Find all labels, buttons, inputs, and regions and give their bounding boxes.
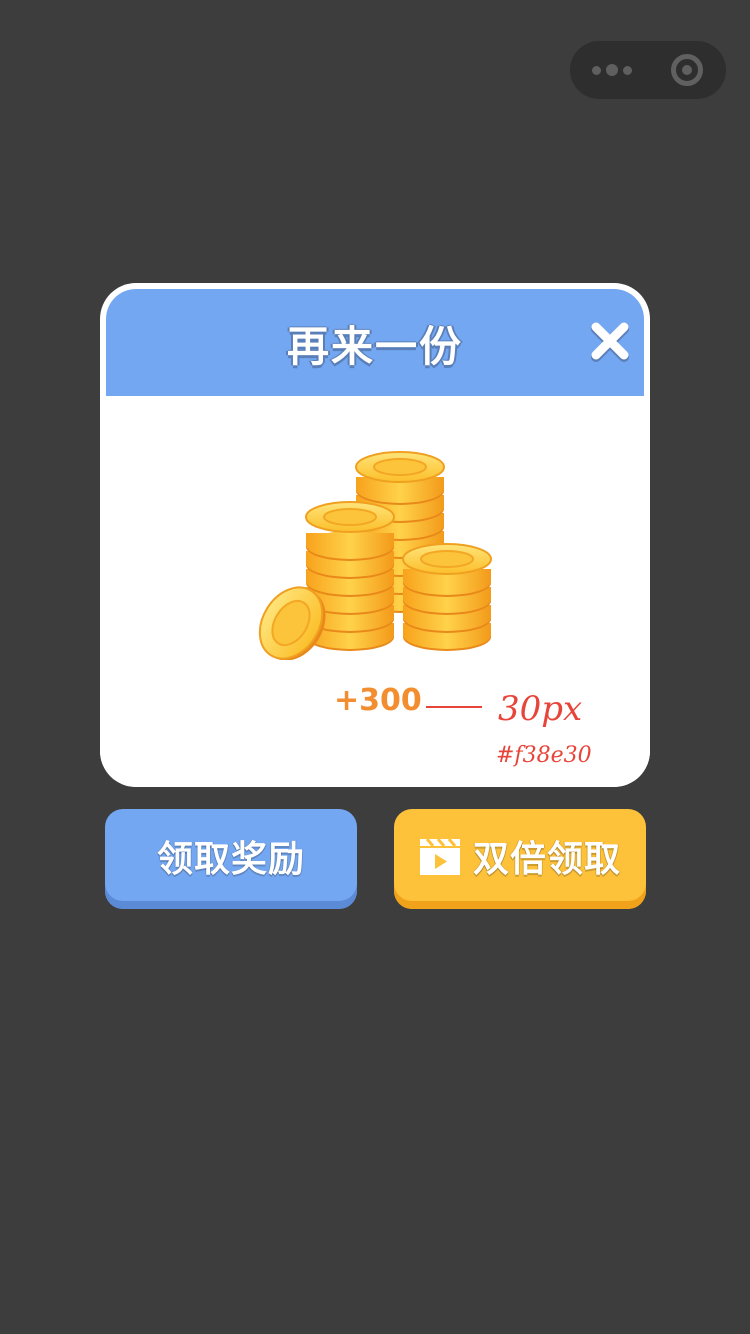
- double-claim-button[interactable]: 双倍领取: [394, 809, 646, 909]
- dialog-title: 再来一份: [286, 322, 463, 371]
- reward-dialog: 再来一份 +300 30px #f38e30: [100, 283, 650, 787]
- annotation-size-text: 30px: [498, 689, 582, 729]
- claim-reward-label: 领取奖励: [156, 839, 305, 880]
- gold-coins-illustration: [258, 451, 492, 660]
- claim-reward-button[interactable]: 领取奖励: [105, 809, 357, 909]
- miniprogram-close-icon[interactable]: [671, 54, 703, 86]
- miniprogram-capsule: [570, 41, 726, 99]
- double-claim-label: 双倍领取: [472, 839, 621, 880]
- close-x-icon[interactable]: [588, 319, 632, 363]
- screen: 再来一份 +300 30px #f38e30 领取奖励 双倍领取: [0, 0, 750, 1334]
- video-clapperboard-icon: [419, 838, 460, 875]
- reward-amount: +300: [334, 683, 422, 718]
- more-dots-icon[interactable]: [592, 62, 632, 78]
- annotation-color-text: #f38e30: [496, 743, 592, 768]
- design-annotation: 30px #f38e30: [426, 689, 592, 768]
